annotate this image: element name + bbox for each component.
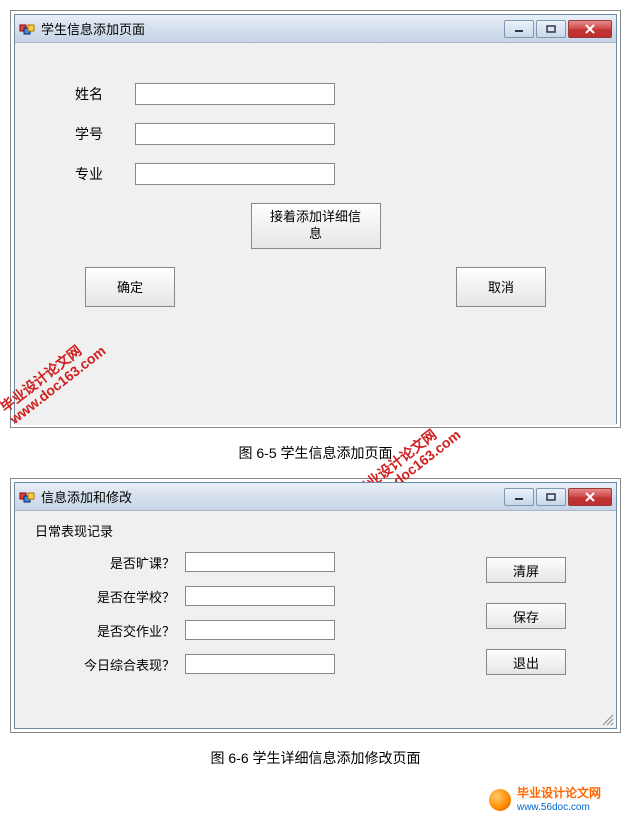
resize-grip-icon — [600, 712, 614, 726]
titlebar[interactable]: 学生信息添加页面 — [15, 15, 616, 43]
label-name: 姓名 — [75, 84, 135, 104]
window-controls — [504, 488, 612, 506]
window-add-student: 学生信息添加页面 姓名 学号 — [14, 14, 617, 424]
button-row: 确定 取消 — [35, 267, 596, 327]
footer-brand: 毕业设计论文网 — [517, 786, 601, 800]
input-homework[interactable] — [185, 620, 335, 640]
window-title: 学生信息添加页面 — [41, 19, 504, 38]
add-detail-button[interactable]: 接着添加详细信息 — [251, 203, 381, 249]
window-controls — [504, 20, 612, 38]
form-row-atschool: 是否在学校？ — [35, 586, 486, 606]
minimize-icon — [514, 25, 524, 33]
app-icon — [19, 489, 35, 505]
label-student-id: 学号 — [75, 124, 135, 144]
exit-button[interactable]: 退出 — [486, 649, 566, 675]
minimize-button[interactable] — [504, 20, 534, 38]
form-row-performance: 今日综合表现？ — [35, 654, 486, 674]
label-absent: 是否旷课？ — [35, 553, 185, 572]
input-name[interactable] — [135, 83, 335, 105]
maximize-button[interactable] — [536, 20, 566, 38]
label-major: 专业 — [75, 164, 135, 184]
form-right: 清屏 保存 退出 — [486, 552, 596, 688]
footer-url: www.56doc.com — [517, 802, 590, 813]
figure-caption-1: 图 6-5 学生信息添加页面 — [10, 443, 621, 463]
input-absent[interactable] — [185, 552, 335, 572]
app-icon — [19, 21, 35, 37]
label-performance: 今日综合表现？ — [35, 655, 185, 674]
resize-grip[interactable] — [600, 712, 614, 726]
client-area: 日常表现记录 是否旷课？ 是否在学校？ 是否交作业？ — [15, 511, 616, 728]
form-body: 是否旷课？ 是否在学校？ 是否交作业？ 今日综合表现？ — [35, 552, 596, 688]
save-button[interactable]: 保存 — [486, 603, 566, 629]
client-area: 姓名 学号 专业 接着添加详细信息 确定 取消 毕业设计论文网www.doc16… — [15, 43, 616, 425]
input-performance[interactable] — [185, 654, 335, 674]
window-info-edit: 信息添加和修改 日常表现记录 是否旷课？ — [14, 482, 617, 729]
maximize-icon — [546, 493, 556, 501]
input-atschool[interactable] — [185, 586, 335, 606]
maximize-icon — [546, 25, 556, 33]
screenshot-container-2: 信息添加和修改 日常表现记录 是否旷课？ — [10, 478, 621, 733]
cancel-button[interactable]: 取消 — [456, 267, 546, 307]
close-button[interactable] — [568, 488, 612, 506]
form-row-major: 专业 — [35, 163, 596, 185]
footer: 毕业设计论文网 www.56doc.com — [10, 783, 621, 817]
form-row-absent: 是否旷课？ — [35, 552, 486, 572]
form-row-id: 学号 — [35, 123, 596, 145]
footer-text: 毕业设计论文网 www.56doc.com — [517, 787, 601, 813]
close-button[interactable] — [568, 20, 612, 38]
close-icon — [584, 492, 596, 502]
input-student-id[interactable] — [135, 123, 335, 145]
window-title: 信息添加和修改 — [41, 487, 504, 506]
clear-button[interactable]: 清屏 — [486, 557, 566, 583]
screenshot-container-1: 学生信息添加页面 姓名 学号 — [10, 10, 621, 428]
titlebar[interactable]: 信息添加和修改 — [15, 483, 616, 511]
section-label: 日常表现记录 — [35, 521, 596, 540]
form-left: 是否旷课？ 是否在学校？ 是否交作业？ 今日综合表现？ — [35, 552, 486, 688]
maximize-button[interactable] — [536, 488, 566, 506]
label-atschool: 是否在学校？ — [35, 587, 185, 606]
figure-caption-2: 图 6-6 学生详细信息添加修改页面 — [10, 748, 621, 768]
ok-button[interactable]: 确定 — [85, 267, 175, 307]
watermark: 毕业设计论文网www.doc163.com — [0, 331, 109, 427]
footer-logo-icon — [489, 789, 511, 811]
minimize-button[interactable] — [504, 488, 534, 506]
minimize-icon — [514, 493, 524, 501]
label-homework: 是否交作业？ — [35, 621, 185, 640]
form-row-name: 姓名 — [35, 83, 596, 105]
input-major[interactable] — [135, 163, 335, 185]
form-row-homework: 是否交作业？ — [35, 620, 486, 640]
close-icon — [584, 24, 596, 34]
